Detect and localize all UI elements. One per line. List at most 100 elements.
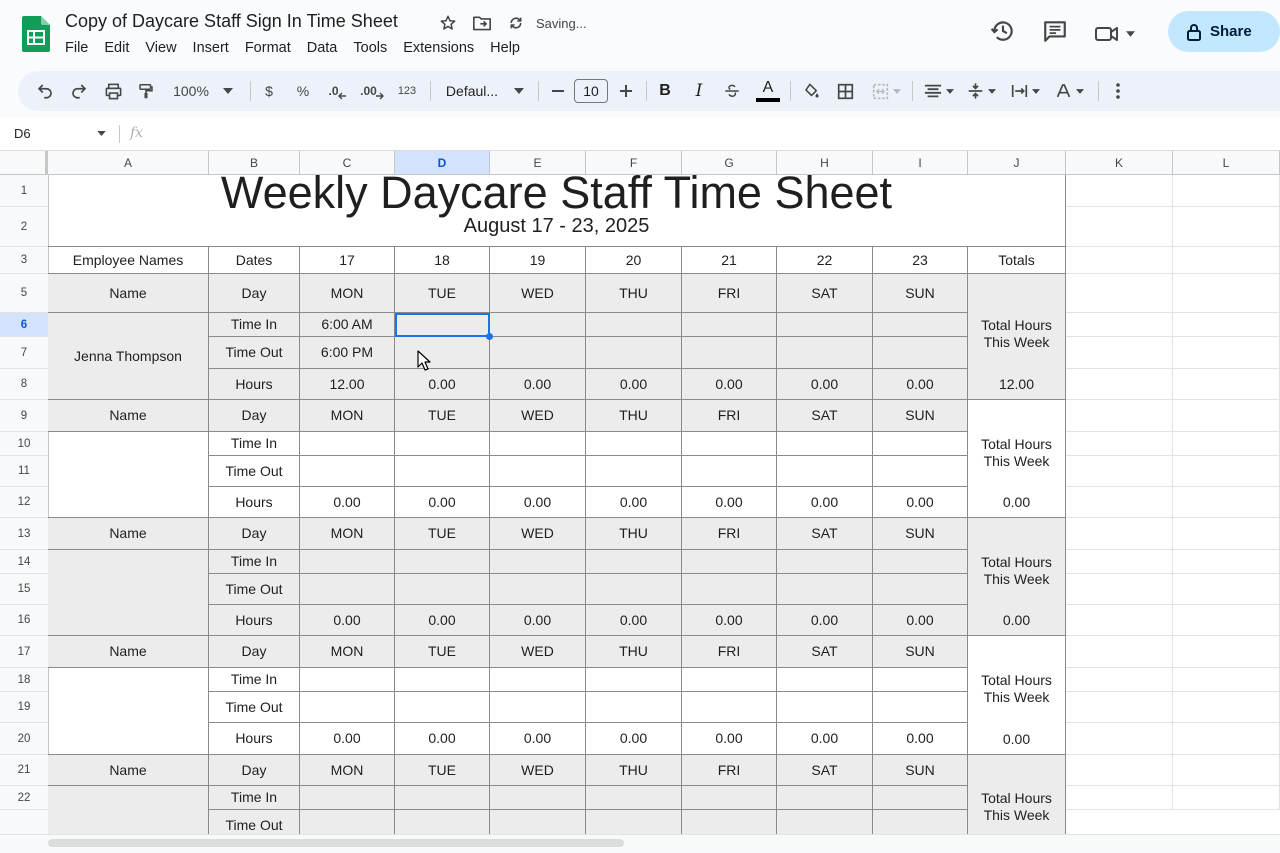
empty-cell[interactable] [1066, 786, 1173, 810]
empty-cell[interactable] [1173, 550, 1280, 574]
menu-extensions[interactable]: Extensions [403, 40, 482, 56]
time-out-cell[interactable]: 6:00 PM [300, 337, 395, 369]
horizontal-scrollbar[interactable] [0, 834, 1280, 853]
time-out-cell[interactable] [777, 692, 873, 723]
row-header-14[interactable]: 14 [0, 550, 48, 574]
menu-file[interactable]: File [65, 40, 96, 56]
time-in-cell[interactable] [395, 786, 490, 810]
bold-button[interactable]: B [654, 71, 676, 111]
weekday-tue[interactable]: TUE [395, 636, 490, 668]
weekday-tue[interactable]: TUE [395, 400, 490, 432]
comments-icon[interactable] [1042, 18, 1068, 49]
empty-cell[interactable] [1066, 175, 1173, 207]
time-out-label[interactable]: Time Out [209, 456, 300, 487]
time-out-cell[interactable] [777, 337, 873, 369]
hours-cell[interactable]: 0.00 [490, 723, 586, 755]
empty-cell[interactable] [1066, 605, 1173, 636]
weekday-wed[interactable]: WED [490, 400, 586, 432]
time-in-label[interactable]: Time In [209, 550, 300, 574]
time-in-cell[interactable] [682, 313, 777, 337]
text-rotation-icon[interactable] [1050, 71, 1088, 111]
time-out-cell[interactable] [682, 456, 777, 487]
weekday-thu[interactable]: THU [586, 274, 682, 313]
empty-cell[interactable] [1066, 247, 1173, 274]
row-header-20[interactable]: 20 [0, 723, 48, 755]
weekday-thu[interactable]: THU [586, 636, 682, 668]
time-in-cell[interactable] [873, 432, 968, 456]
header-employee-names[interactable]: Employee Names [48, 247, 209, 274]
empty-cell[interactable] [1173, 692, 1280, 723]
hours-cell[interactable]: 0.00 [300, 605, 395, 636]
row-header-2[interactable]: 2 [0, 207, 48, 247]
hours-cell[interactable]: 0.00 [873, 487, 968, 518]
undo-icon[interactable] [33, 71, 57, 111]
time-out-cell[interactable] [873, 810, 968, 834]
time-in-cell[interactable] [300, 550, 395, 574]
font-size-input[interactable]: 10 [574, 79, 608, 103]
employee-name[interactable]: Jenna Thompson [48, 313, 209, 400]
weekday-tue[interactable]: TUE [395, 755, 490, 786]
hours-cell[interactable]: 0.00 [586, 369, 682, 400]
font-size-increase-icon[interactable] [616, 71, 636, 111]
empty-cell[interactable] [1173, 456, 1280, 487]
hours-cell[interactable]: 0.00 [586, 487, 682, 518]
time-in-label[interactable]: Time In [209, 786, 300, 810]
time-out-cell[interactable] [682, 574, 777, 605]
weekday-wed[interactable]: WED [490, 518, 586, 550]
empty-cell[interactable] [1066, 207, 1173, 247]
empty-cell[interactable] [1173, 786, 1280, 810]
weekday-mon[interactable]: MON [300, 636, 395, 668]
sheets-logo-icon[interactable] [22, 16, 50, 52]
time-in-cell[interactable] [873, 313, 968, 337]
row-header-10[interactable]: 10 [0, 432, 48, 456]
empty-cell[interactable] [1066, 487, 1173, 518]
header-date-23[interactable]: 23 [873, 247, 968, 274]
time-in-cell[interactable] [777, 786, 873, 810]
hours-label[interactable]: Hours [209, 723, 300, 755]
weekday-wed[interactable]: WED [490, 274, 586, 313]
time-in-cell[interactable] [586, 786, 682, 810]
time-out-label[interactable]: Time Out [209, 810, 300, 834]
weekday-sun[interactable]: SUN [873, 755, 968, 786]
move-folder-icon[interactable] [472, 13, 492, 33]
time-out-cell[interactable] [586, 456, 682, 487]
hours-cell[interactable]: 0.00 [682, 605, 777, 636]
time-in-label[interactable]: Time In [209, 313, 300, 337]
time-in-cell[interactable] [682, 432, 777, 456]
total-hours-block[interactable]: Total Hours This Week 0.00 [968, 400, 1066, 518]
hours-cell[interactable]: 0.00 [586, 723, 682, 755]
hours-label[interactable]: Hours [209, 487, 300, 518]
weekday-sat[interactable]: SAT [777, 755, 873, 786]
header-dates[interactable]: Dates [209, 247, 300, 274]
select-all-corner[interactable] [0, 151, 48, 174]
strikethrough-icon[interactable] [721, 71, 743, 111]
weekday-sat[interactable]: SAT [777, 518, 873, 550]
empty-cell[interactable] [1066, 369, 1173, 400]
total-hours-block[interactable]: Total Hours This Week 0.00 [968, 636, 1066, 755]
decrease-decimal-button[interactable]: .0 [324, 71, 350, 111]
weekday-tue[interactable]: TUE [395, 518, 490, 550]
row-header-6[interactable]: 6 [0, 313, 48, 337]
horizontal-align-icon[interactable] [920, 71, 958, 111]
time-in-cell[interactable] [300, 786, 395, 810]
time-out-cell[interactable] [300, 456, 395, 487]
time-in-cell[interactable] [873, 550, 968, 574]
weekday-fri[interactable]: FRI [682, 274, 777, 313]
menu-insert[interactable]: Insert [193, 40, 237, 56]
time-out-cell[interactable] [586, 574, 682, 605]
empty-cell[interactable] [1173, 574, 1280, 605]
time-in-cell[interactable] [586, 668, 682, 692]
time-in-cell[interactable] [777, 313, 873, 337]
weekday-sat[interactable]: SAT [777, 400, 873, 432]
row-header-21[interactable]: 21 [0, 755, 48, 786]
hours-cell[interactable]: 0.00 [873, 605, 968, 636]
empty-cell[interactable] [1173, 723, 1280, 755]
time-out-cell[interactable] [586, 810, 682, 834]
share-button[interactable]: Share [1168, 11, 1280, 52]
redo-icon[interactable] [67, 71, 91, 111]
name-label[interactable]: Name [48, 400, 209, 432]
text-color-button[interactable]: A [755, 71, 781, 111]
sheet-title[interactable]: Weekly Daycare Staff Time Sheet [48, 170, 1066, 215]
empty-cell[interactable] [1173, 432, 1280, 456]
header-date-18[interactable]: 18 [395, 247, 490, 274]
